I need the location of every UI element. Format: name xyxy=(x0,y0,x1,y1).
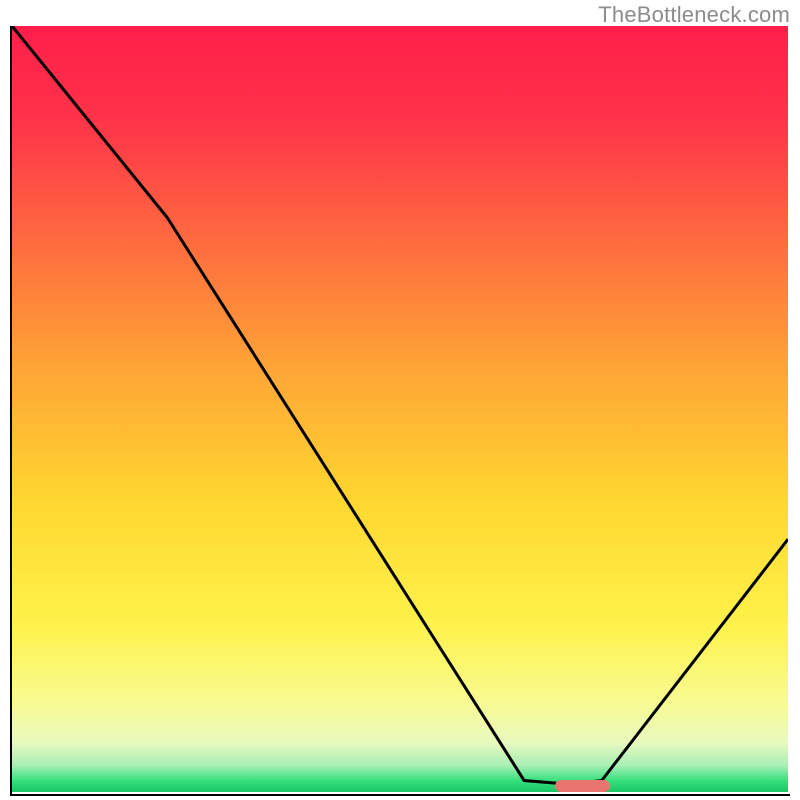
plot-area xyxy=(12,26,788,792)
watermark-text: TheBottleneck.com xyxy=(598,2,790,28)
bottleneck-curve xyxy=(12,26,788,792)
optimum-marker xyxy=(555,780,609,792)
